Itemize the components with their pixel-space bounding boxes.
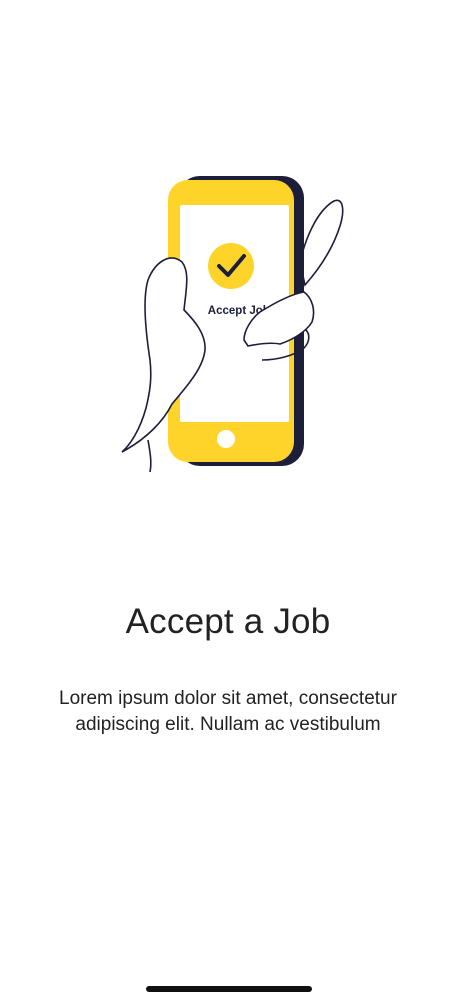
phone-in-hand-illustration: Accept Jobs (121, 176, 344, 473)
back-finger-shape (299, 199, 344, 287)
phone-home-button (217, 430, 235, 448)
onboarding-illustration: Accept Jobs (0, 0, 456, 520)
page-title: Accept a Job (125, 602, 331, 641)
check-badge (208, 243, 254, 289)
home-indicator[interactable] (146, 986, 312, 992)
wrist-line (147, 439, 152, 473)
page-description: Lorem ipsum dolor sit amet, consectetur … (59, 688, 397, 735)
